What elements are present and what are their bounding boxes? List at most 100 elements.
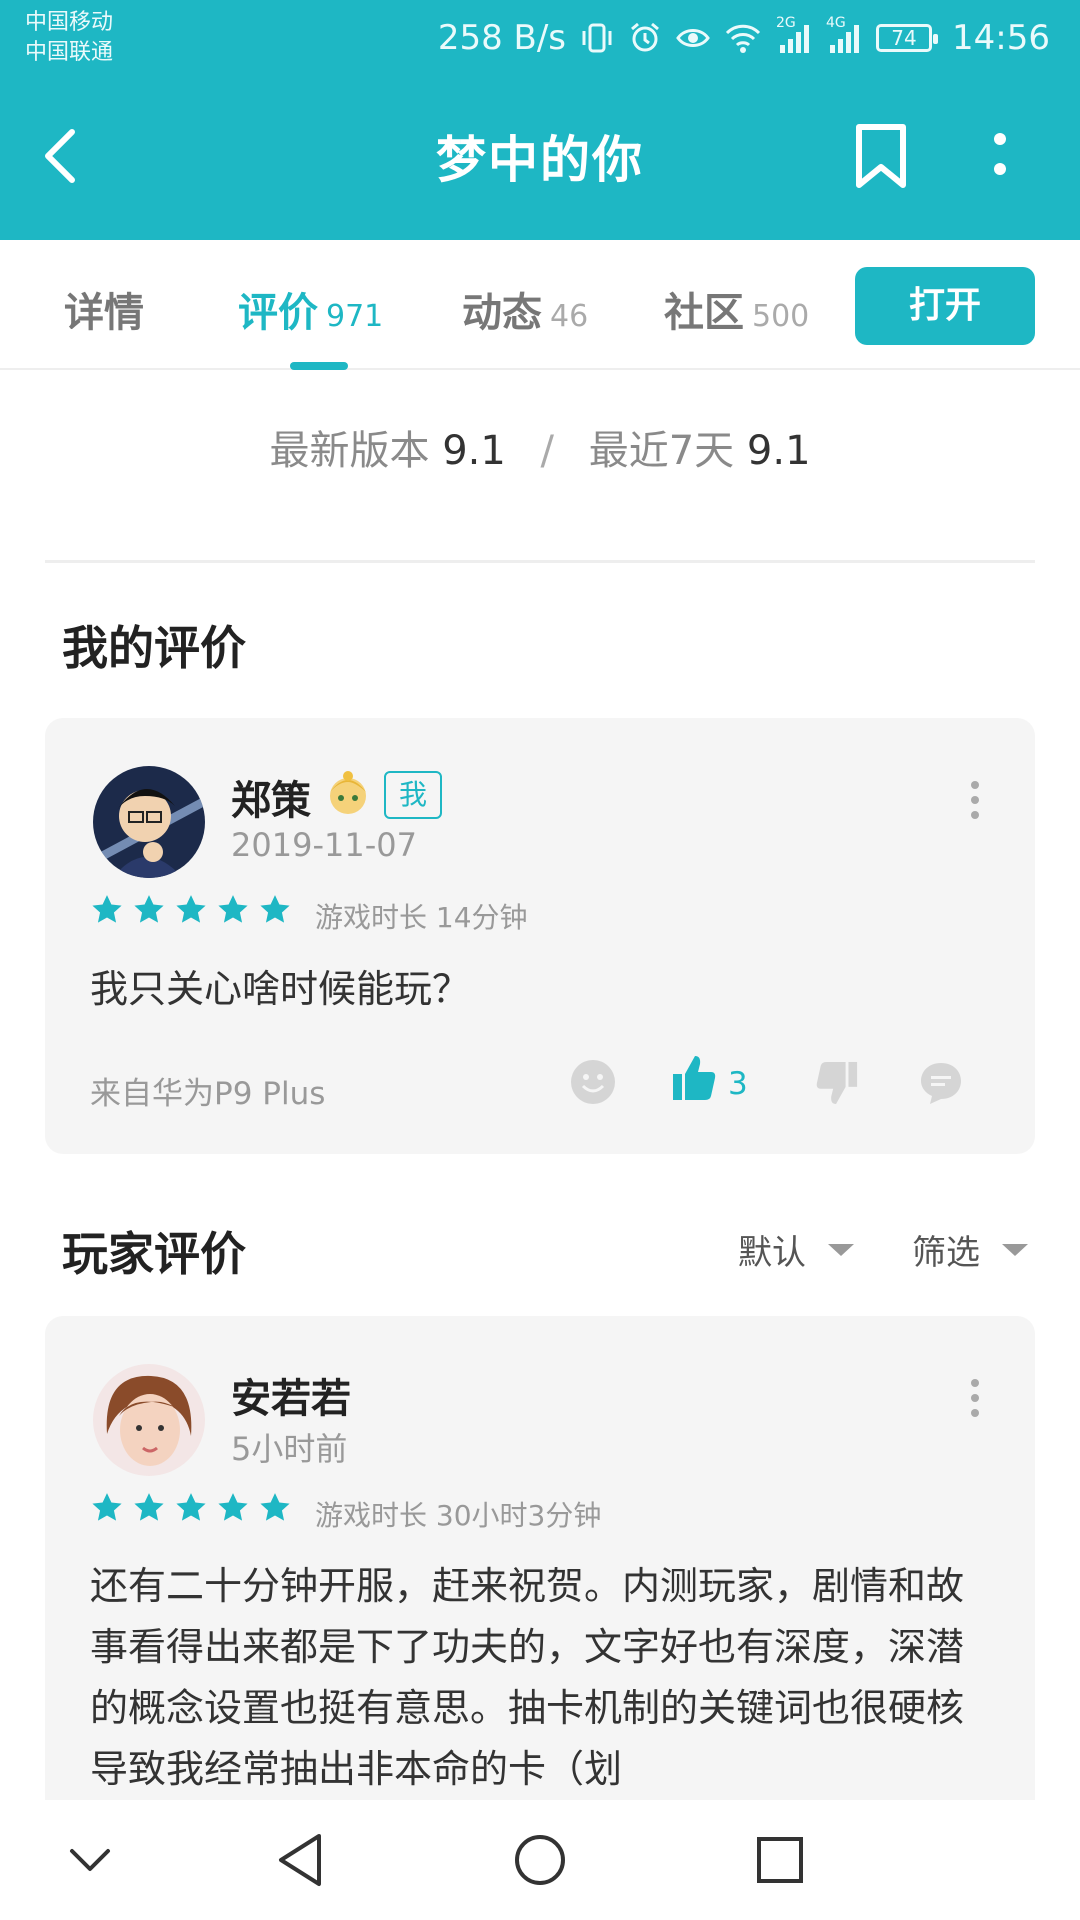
comment-icon — [921, 1063, 961, 1104]
hide-nav-button[interactable] — [55, 1830, 125, 1890]
eye-icon — [676, 21, 710, 55]
more-vertical-icon — [994, 133, 1006, 175]
sort-label: 默认 — [738, 1233, 806, 1273]
carrier-1: 中国移动 — [25, 10, 114, 35]
bookmark-button[interactable] — [853, 121, 913, 191]
tab-activity-label: 动态 — [462, 290, 542, 336]
signal-1-icon: 2G — [776, 15, 812, 55]
review-time: 5小时前 — [231, 1430, 348, 1468]
star-icon — [218, 895, 248, 923]
net-speed: 258 B/s — [437, 18, 567, 58]
star-icon — [134, 895, 164, 923]
tab-reviews-label: 评价 — [238, 290, 318, 336]
circle-home-icon — [515, 1835, 565, 1885]
player-reviews-title: 玩家评价 — [62, 1227, 246, 1281]
triangle-back-icon — [279, 1834, 321, 1886]
signal-2-label: 4G — [826, 15, 846, 31]
app-bar: 梦中的你 — [0, 76, 1080, 240]
review-more-button[interactable] — [970, 1378, 980, 1418]
like-button[interactable] — [671, 1054, 717, 1106]
comment-button[interactable] — [918, 1060, 964, 1110]
like-count: 3 — [728, 1066, 748, 1102]
page-title: 梦中的你 — [436, 131, 644, 189]
wifi-icon — [724, 21, 762, 55]
more-vertical-icon — [971, 1379, 979, 1417]
bookmark-icon — [856, 124, 906, 188]
avatar[interactable] — [93, 766, 205, 878]
star-icon — [134, 1493, 164, 1521]
rating-stars — [90, 1491, 292, 1525]
review-device: 来自华为P9 Plus — [90, 1076, 326, 1112]
tab-community-label: 社区 — [664, 290, 744, 336]
star-icon — [92, 1493, 122, 1521]
playtime: 游戏时长 30小时3分钟 — [315, 1499, 602, 1532]
rating-stars — [90, 893, 292, 927]
version-scores: 最新版本 9.1 / 最近7天 9.1 — [0, 418, 1080, 476]
my-review-title: 我的评价 — [62, 621, 246, 675]
user-level-icon — [325, 768, 371, 822]
system-nav-bar — [0, 1800, 1080, 1920]
tab-reviews[interactable]: 评价 971 — [238, 280, 383, 338]
status-bar: 中国移动 中国联通 258 B/s 2G 4G 74 14:56 — [0, 0, 1080, 76]
nav-home-button[interactable] — [505, 1830, 575, 1890]
dropdown-arrow-icon — [828, 1243, 854, 1256]
recent-7d-score: 9.1 — [746, 428, 811, 474]
divider — [45, 560, 1035, 563]
battery-icon: 74 — [876, 24, 939, 52]
tab-activity-count: 46 — [550, 299, 589, 334]
carrier-2: 中国联通 — [25, 40, 114, 65]
clock: 14:56 — [952, 18, 1050, 58]
square-recents-icon — [757, 1837, 803, 1883]
active-tab-indicator — [290, 362, 348, 370]
tab-community-count: 500 — [752, 299, 810, 334]
chevron-down-icon — [70, 1849, 110, 1871]
latest-version-label: 最新版本 — [269, 428, 430, 474]
filter-dropdown[interactable]: 筛选 — [912, 1225, 1030, 1274]
tab-bar: 详情 评价 971 动态 46 社区 500 打开 — [0, 240, 1080, 370]
tab-community[interactable]: 社区 500 — [664, 280, 809, 338]
reviewer-name[interactable]: 郑策 — [231, 768, 311, 826]
alarm-icon — [628, 21, 662, 55]
star-icon — [260, 1493, 290, 1521]
review-date: 2019-11-07 — [231, 826, 417, 864]
score-separator: / — [540, 428, 555, 474]
signal-2-icon: 4G — [826, 15, 862, 55]
sort-dropdown[interactable]: 默认 — [738, 1225, 856, 1274]
latest-version-score: 9.1 — [442, 428, 506, 474]
reviewer-name[interactable]: 安若若 — [231, 1366, 351, 1424]
status-indicators: 258 B/s 2G 4G 74 14:56 — [438, 14, 1050, 62]
playtime: 游戏时长 14分钟 — [315, 901, 528, 934]
filter-label: 筛选 — [912, 1233, 980, 1273]
my-review-card: 郑策 我 2019-11-07 游戏时长 14分钟 我只关心啥时候能玩？ 来自华… — [45, 718, 1035, 1154]
star-icon — [218, 1493, 248, 1521]
dislike-button[interactable] — [815, 1060, 859, 1110]
star-icon — [176, 895, 206, 923]
smiley-icon — [571, 1060, 615, 1104]
more-vertical-icon — [971, 781, 979, 819]
thumbs-down-icon — [816, 1061, 858, 1105]
more-options-button[interactable] — [980, 121, 1020, 191]
nav-recents-button[interactable] — [745, 1830, 815, 1890]
star-icon — [176, 1493, 206, 1521]
avatar[interactable] — [93, 1364, 205, 1476]
tab-activity[interactable]: 动态 46 — [462, 280, 588, 338]
star-icon — [92, 895, 122, 923]
emoji-react-button[interactable] — [569, 1058, 617, 1110]
recent-7d-label: 最近7天 — [588, 428, 735, 474]
dropdown-arrow-icon — [1002, 1243, 1028, 1256]
thumbs-up-icon — [673, 1056, 716, 1100]
review-more-button[interactable] — [970, 780, 980, 820]
tab-details[interactable]: 详情 — [64, 280, 144, 338]
player-review-card: 安若若 5小时前 游戏时长 30小时3分钟 还有二十分钟开服，赶来祝贺。内测玩家… — [45, 1316, 1035, 1836]
tab-details-label: 详情 — [64, 290, 144, 336]
review-text[interactable]: 还有二十分钟开服，赶来祝贺。内测玩家，剧情和故事看得出来都是下了功夫的，文字好也… — [90, 1556, 990, 1800]
me-badge: 我 — [384, 771, 442, 819]
carrier-info: 中国移动 中国联通 — [25, 8, 113, 68]
signal-1-label: 2G — [776, 15, 796, 31]
nav-back-button[interactable] — [265, 1830, 335, 1890]
open-button[interactable]: 打开 — [855, 267, 1035, 345]
tab-reviews-count: 971 — [326, 299, 384, 334]
star-icon — [260, 895, 290, 923]
review-text[interactable]: 我只关心啥时候能玩？ — [90, 958, 990, 1020]
vibrate-icon — [580, 21, 614, 55]
